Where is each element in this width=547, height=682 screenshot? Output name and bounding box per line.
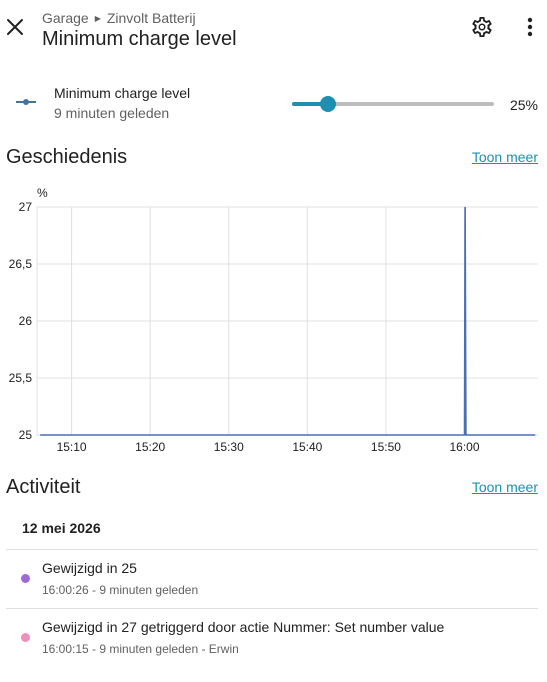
y-axis-label: % xyxy=(37,186,48,200)
x-tick-label: 15:10 xyxy=(57,440,87,454)
dialog-header: Garage ▶ Zinvolt Batterij Minimum charge… xyxy=(0,0,547,60)
breadcrumb: Garage ▶ Zinvolt Batterij xyxy=(42,10,196,26)
activity-title: Activiteit xyxy=(6,476,81,498)
y-tick-label: 26 xyxy=(19,314,33,328)
x-tick-label: 15:50 xyxy=(371,440,401,454)
y-tick-label: 25,5 xyxy=(9,371,33,385)
log-entry-dot xyxy=(21,633,30,642)
x-tick-label: 16:00 xyxy=(450,440,480,454)
log-entry-dot xyxy=(21,574,30,583)
history-more-link[interactable]: Toon meer xyxy=(472,149,538,165)
log-entry-meta: 16:00:26 - 9 minuten geleden xyxy=(42,583,199,597)
history-chart: % 25 25,5 26 26,5 27 15:10 15:20 15:30 15:40 15:50… xyxy=(9,186,538,454)
x-tick-label: 15:20 xyxy=(135,440,165,454)
settings-button[interactable] xyxy=(470,15,494,39)
entity-last-changed: 9 minuten geleden xyxy=(54,105,170,121)
log-entry[interactable]: Gewijzigd in 25 16:00:26 - 9 minuten gel… xyxy=(0,550,547,606)
log-entry-message: Gewijzigd in 27 getriggerd door actie Nu… xyxy=(42,619,445,635)
log-entry-message: Gewijzigd in 25 xyxy=(42,560,137,576)
history-title: Geschiedenis xyxy=(6,146,128,168)
more-vertical-icon xyxy=(527,17,533,37)
breadcrumb-area: Garage xyxy=(42,10,89,26)
x-tick-label: 15:30 xyxy=(214,440,244,454)
slider-thumb[interactable] xyxy=(320,96,337,112)
y-tick-label: 26,5 xyxy=(9,257,33,271)
close-button[interactable] xyxy=(2,14,28,40)
log-entry-meta: 16:00:15 - 9 minuten geleden - Erwin xyxy=(42,642,239,656)
x-tick-label: 15:40 xyxy=(292,440,322,454)
activity-more-link[interactable]: Toon meer xyxy=(472,479,538,495)
activity-date: 12 mei 2026 xyxy=(22,520,101,536)
number-slider-icon xyxy=(16,99,36,105)
y-tick-label: 27 xyxy=(19,200,33,214)
log-entry[interactable]: Gewijzigd in 27 getriggerd door actie Nu… xyxy=(0,609,547,665)
value-slider[interactable] xyxy=(292,94,494,114)
close-icon xyxy=(7,19,23,35)
slider-value: 25% xyxy=(509,97,538,113)
breadcrumb-device: Zinvolt Batterij xyxy=(106,10,196,26)
entity-name: Minimum charge level xyxy=(54,85,191,101)
gear-icon xyxy=(472,16,492,37)
page-title: Minimum charge level xyxy=(42,28,237,50)
y-tick-label: 25 xyxy=(19,428,33,442)
breadcrumb-separator-icon: ▶ xyxy=(94,13,101,23)
more-options-button[interactable] xyxy=(518,15,542,39)
